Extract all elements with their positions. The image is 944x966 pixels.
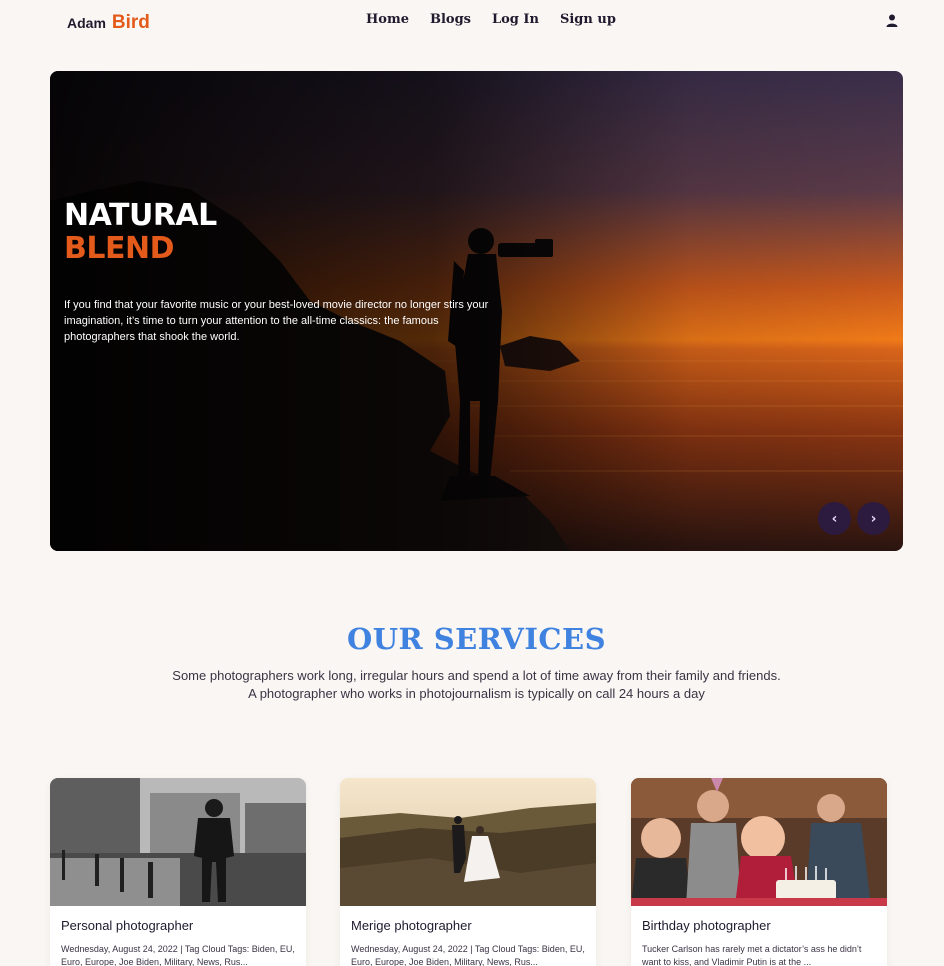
- services-description: Some photographers work long, irregular …: [172, 668, 781, 701]
- hero-description: If you find that your favorite music or …: [64, 299, 489, 343]
- card-image-personal: [50, 778, 306, 906]
- service-card-birthday[interactable]: Birthday photographer Tucker Carlson has…: [631, 778, 887, 966]
- brand-logo[interactable]: Adam Bird: [67, 12, 150, 34]
- nav-signup-link[interactable]: Sign up: [560, 12, 616, 27]
- nav-home-link[interactable]: Home: [366, 12, 409, 27]
- chevron-left-icon: ‹: [831, 510, 838, 527]
- card-image-marriage: [340, 778, 596, 906]
- card-text: Wednesday, August 24, 2022 | Tag Cloud T…: [351, 944, 585, 966]
- card-title: Merige photographer: [351, 918, 472, 933]
- nav-login-link[interactable]: Log In: [492, 12, 539, 27]
- user-icon[interactable]: [886, 14, 898, 27]
- brand-first-name: Adam: [67, 15, 106, 31]
- nav-blogs-link[interactable]: Blogs: [430, 12, 471, 27]
- service-card-personal[interactable]: Personal photographer Wednesday, August …: [50, 778, 306, 966]
- carousel-prev-button[interactable]: ‹: [818, 502, 851, 535]
- card-image-birthday: [631, 778, 887, 906]
- card-title: Personal photographer: [61, 918, 194, 933]
- services-title: OUR SERVICES: [346, 622, 607, 656]
- hero-title: NATURAL BLEND: [64, 199, 217, 265]
- card-text: Wednesday, August 24, 2022 | Tag Cloud T…: [61, 944, 295, 966]
- hero-title-line1: NATURAL: [64, 198, 217, 233]
- navbar: Adam Bird Home Blogs Log In Sign up: [0, 0, 944, 42]
- card-text: Tucker Carlson has rarely met a dictator…: [642, 944, 862, 966]
- hero-title-line2: BLEND: [64, 231, 174, 266]
- card-title: Birthday photographer: [642, 918, 771, 933]
- carousel-next-button[interactable]: ›: [857, 502, 890, 535]
- hero-carousel: NATURAL BLEND If you find that your favo…: [50, 71, 903, 551]
- chevron-right-icon: ›: [870, 510, 877, 527]
- main-menu: Home Blogs Log In Sign up: [366, 12, 616, 27]
- service-card-marriage[interactable]: Merige photographer Wednesday, August 24…: [340, 778, 596, 966]
- brand-last-name: Bird: [111, 12, 150, 33]
